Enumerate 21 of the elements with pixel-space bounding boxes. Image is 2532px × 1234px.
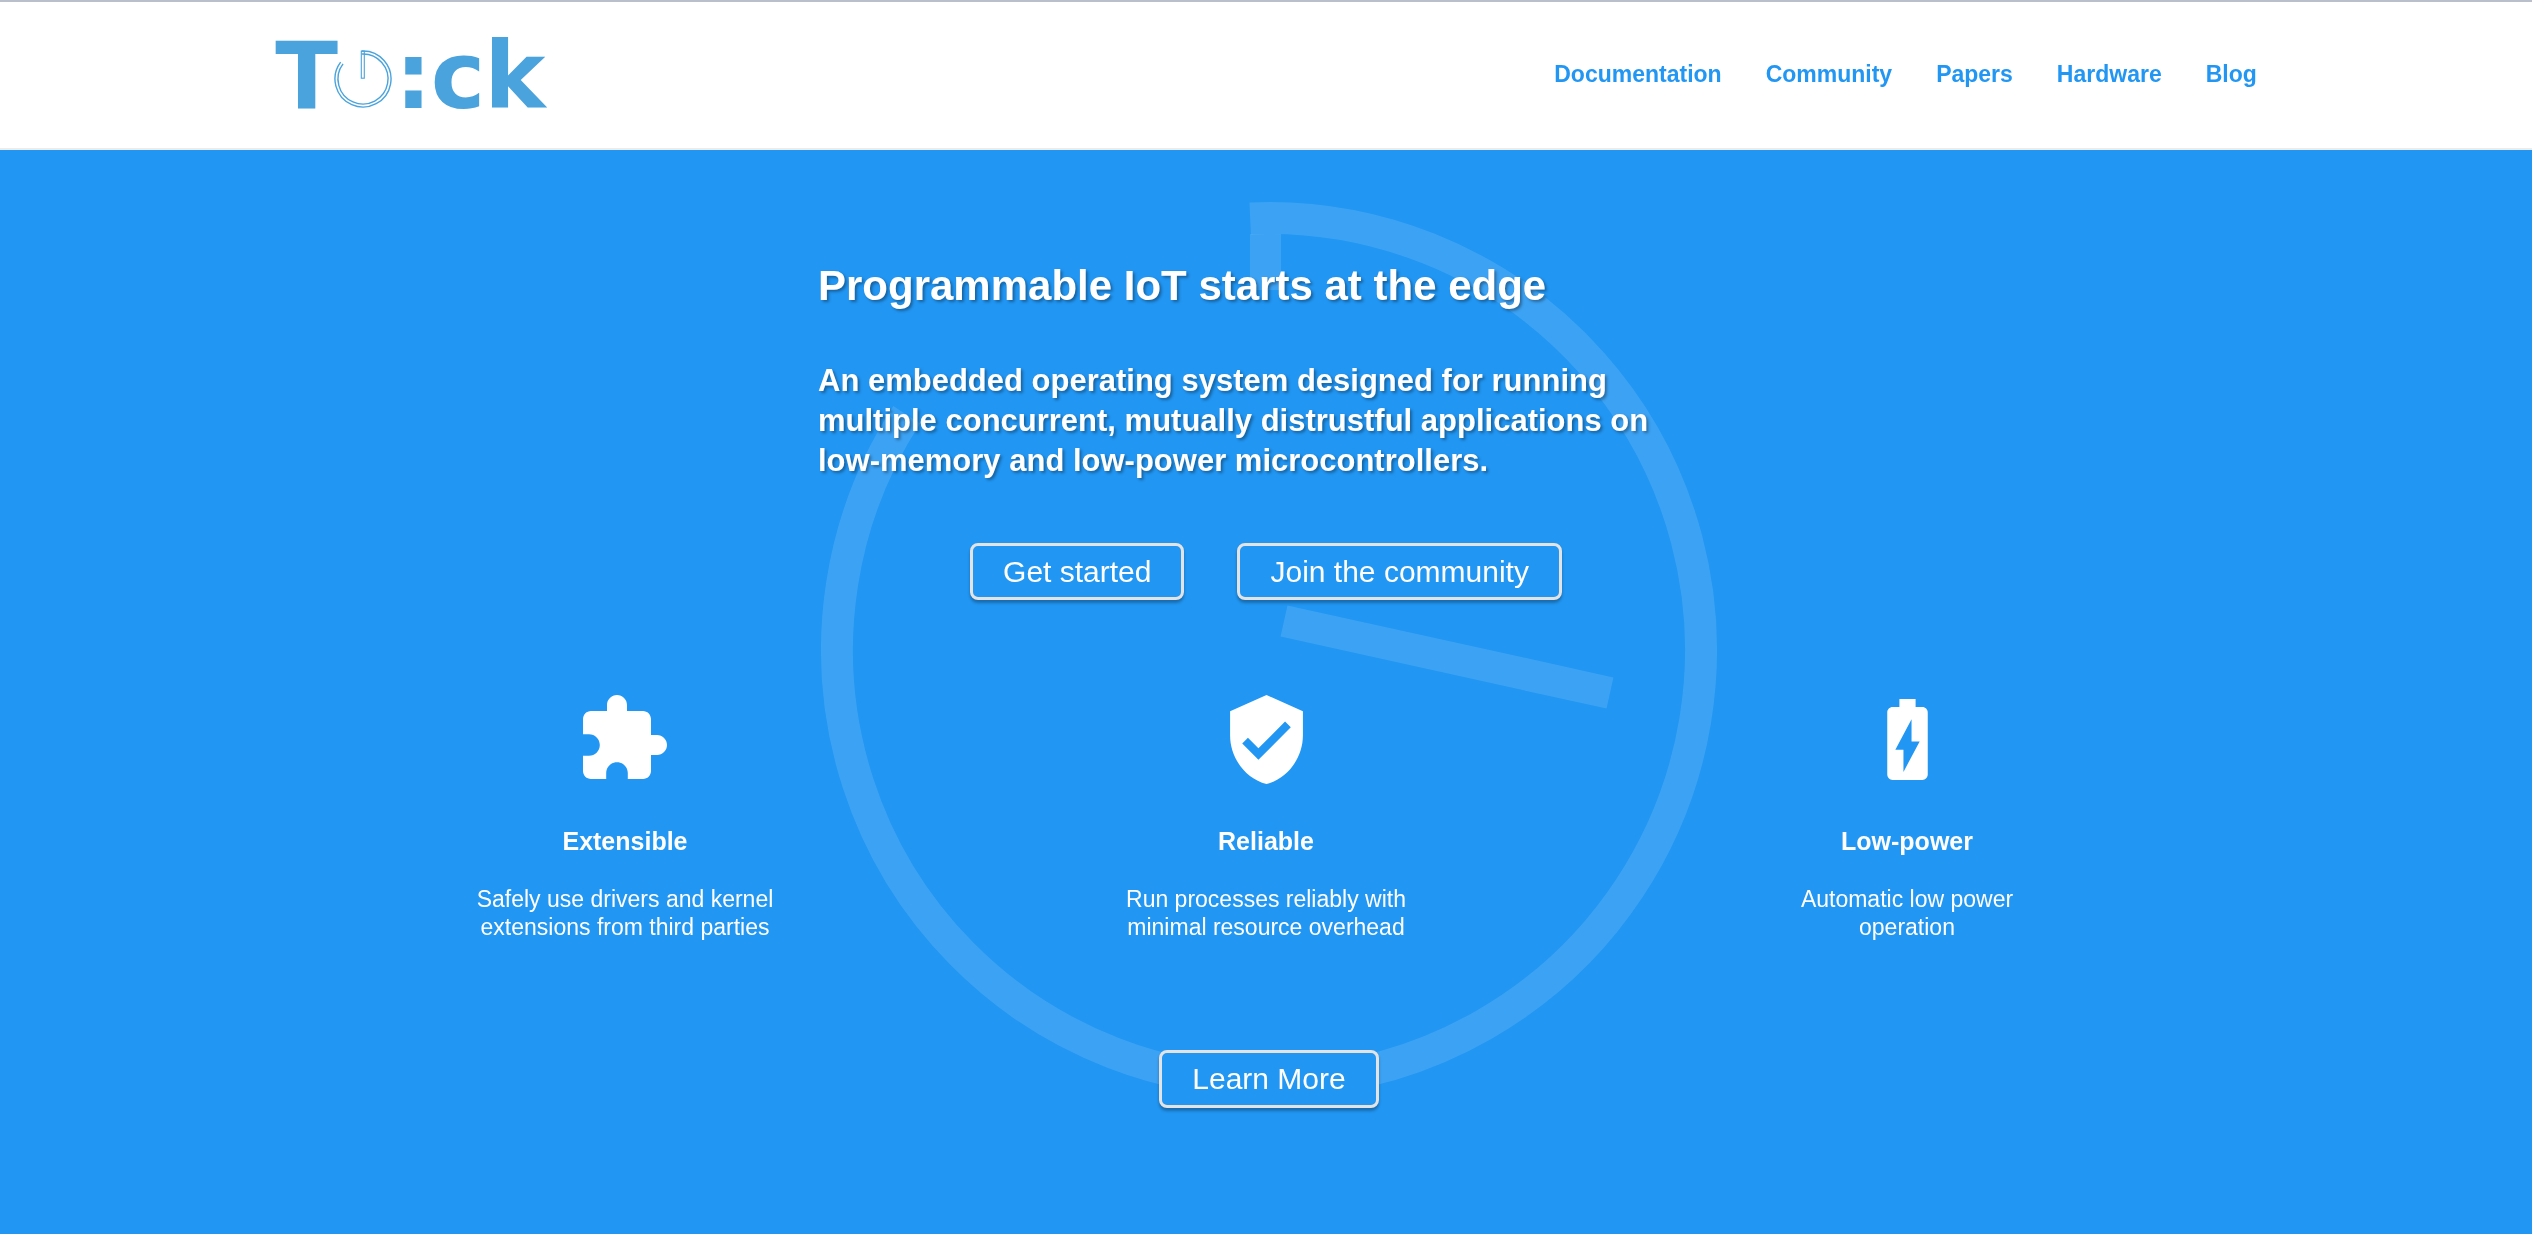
puzzle-icon bbox=[583, 695, 667, 779]
logo-text[interactable]: T bbox=[275, 31, 337, 123]
nav-link[interactable]: Community bbox=[1743, 60, 1915, 90]
nav-link[interactable]: Hardware bbox=[2034, 60, 2184, 90]
hero-title: Programmable IoT starts at the edge bbox=[818, 261, 1548, 311]
logo-text[interactable]: :ck bbox=[394, 31, 545, 123]
hero-button[interactable]: Get started bbox=[970, 543, 1185, 600]
hero-button[interactable]: Join the community bbox=[1237, 543, 1562, 600]
learn-more-button[interactable]: Learn More bbox=[1159, 1050, 1379, 1108]
feature-description: Run processes reliably with minimal resource overhead bbox=[1125, 885, 1407, 942]
nav-link[interactable]: Documentation bbox=[1532, 60, 1744, 90]
feature-title: Reliable bbox=[1218, 826, 1314, 856]
nav-link[interactable]: Blog bbox=[2183, 60, 2279, 90]
feature-title: Low-power bbox=[1841, 826, 1973, 856]
nav-link[interactable]: Papers bbox=[1914, 60, 2035, 90]
hero-subtitle: An embedded operating system designed for running multiple concurrent, mutually distrustful applications on low-memory and low-power microcontrollers. bbox=[818, 362, 1650, 480]
feature-title: Extensible bbox=[562, 826, 688, 856]
battery-charging-icon bbox=[1886, 699, 1928, 780]
shield-check-icon bbox=[1229, 695, 1303, 784]
feature-description: Safely use drivers and kernel extensions from third parties bbox=[475, 885, 775, 942]
feature-description: Automatic low power operation bbox=[1799, 885, 2015, 942]
